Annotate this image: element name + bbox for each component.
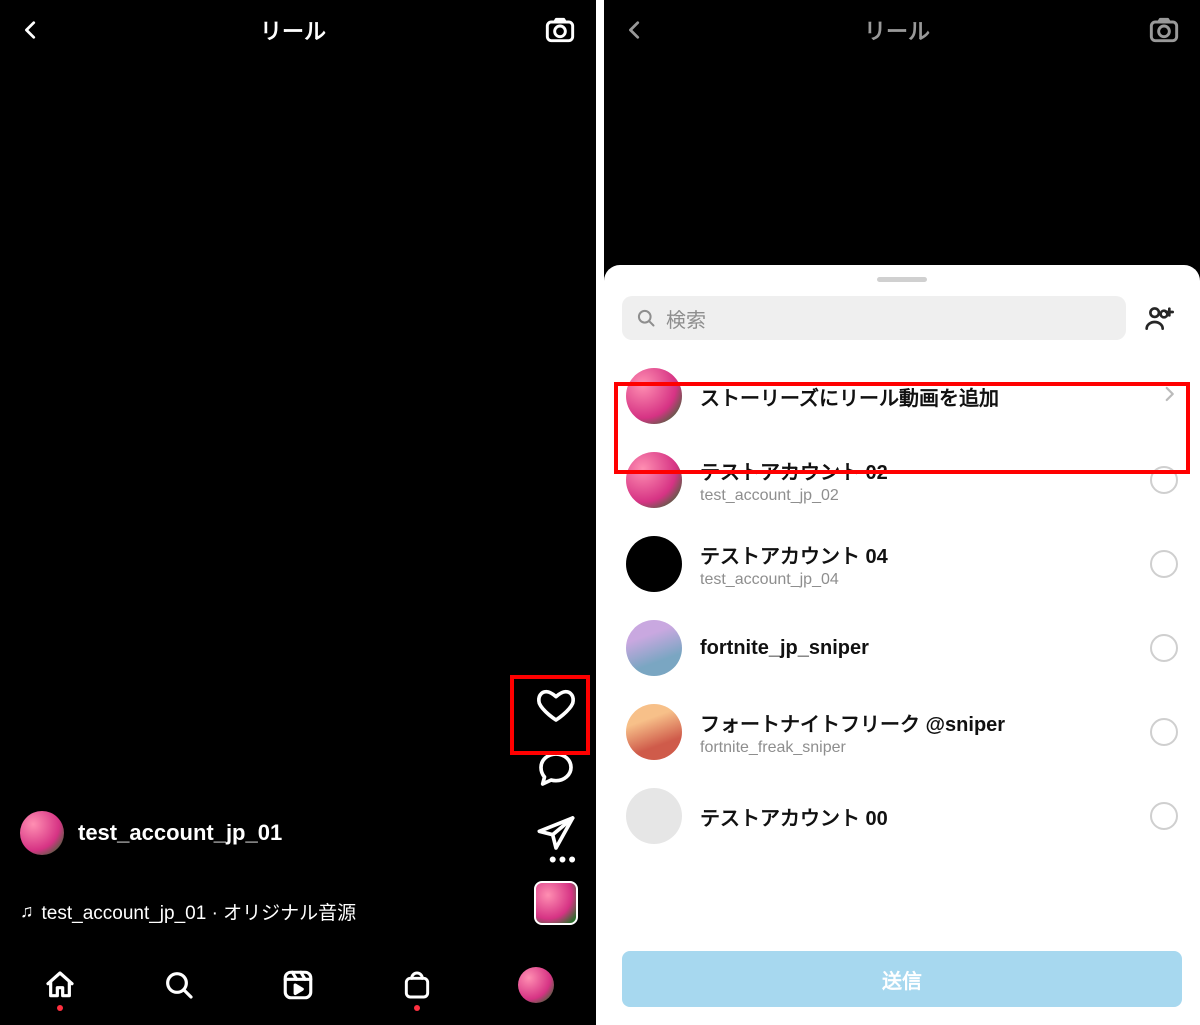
tab-search[interactable] xyxy=(159,965,199,1005)
contact-row[interactable]: テストアカウント 00 xyxy=(604,774,1200,858)
tab-bar xyxy=(0,945,596,1025)
contact-avatar xyxy=(626,536,682,592)
select-radio[interactable] xyxy=(1150,634,1178,662)
audio-thumbnail[interactable] xyxy=(534,881,578,925)
send-button[interactable]: 送信 xyxy=(622,951,1182,1007)
select-radio[interactable] xyxy=(1150,802,1178,830)
author-avatar xyxy=(20,811,64,855)
add-people-button[interactable] xyxy=(1138,296,1182,340)
share-sheet: 検索 ストーリーズにリール動画を追加 テストアカウント 02 test_acco… xyxy=(604,265,1200,1025)
tab-reels[interactable] xyxy=(278,965,318,1005)
camera-button[interactable] xyxy=(544,14,576,46)
share-sheet-screen: リール 検索 ストーリーズにリール動画を追加 xyxy=(604,0,1200,1025)
audio-row[interactable]: ♫ test_account_jp_01 · オリジナル音源 xyxy=(20,898,506,925)
contact-name: テストアカウント 00 xyxy=(700,802,1132,831)
camera-button[interactable] xyxy=(1148,14,1180,46)
contact-avatar xyxy=(626,620,682,676)
sheet-grabber[interactable] xyxy=(877,277,927,282)
highlight-add-to-story xyxy=(614,382,1190,474)
page-title: リール xyxy=(864,14,930,46)
contact-avatar xyxy=(626,704,682,760)
contact-username: test_account_jp_02 xyxy=(700,487,1132,505)
back-button[interactable] xyxy=(624,19,646,41)
contact-username: fortnite_freak_sniper xyxy=(700,739,1132,757)
back-button[interactable] xyxy=(20,19,42,41)
contact-row[interactable]: テストアカウント 04 test_account_jp_04 xyxy=(604,522,1200,606)
contact-row[interactable]: フォートナイトフリーク @sniper fortnite_freak_snipe… xyxy=(604,690,1200,774)
send-bar: 送信 xyxy=(604,933,1200,1025)
search-placeholder: 検索 xyxy=(666,304,706,333)
contact-row[interactable]: fortnite_jp_sniper xyxy=(604,606,1200,690)
select-radio[interactable] xyxy=(1150,718,1178,746)
header: リール xyxy=(604,0,1200,60)
music-note-icon: ♫ xyxy=(20,901,34,922)
reels-screen: リール ••• test_account_jp_01 ♫ test_accoun… xyxy=(0,0,596,1025)
send-label: 送信 xyxy=(882,965,922,994)
header: リール xyxy=(0,0,596,60)
highlight-share xyxy=(510,675,590,755)
author-username: test_account_jp_01 xyxy=(78,820,282,846)
contact-username: test_account_jp_04 xyxy=(700,571,1132,589)
contact-name: フォートナイトフリーク @sniper xyxy=(700,708,1132,737)
tab-profile[interactable] xyxy=(516,965,556,1005)
more-button[interactable]: ••• xyxy=(549,847,578,873)
search-row: 検索 xyxy=(604,296,1200,354)
contact-name: テストアカウント 04 xyxy=(700,540,1132,569)
profile-avatar-icon xyxy=(518,967,554,1003)
tab-home[interactable] xyxy=(40,965,80,1005)
contact-avatar xyxy=(626,788,682,844)
notification-dot-icon xyxy=(414,1005,420,1011)
page-title: リール xyxy=(260,14,326,46)
author-row[interactable]: test_account_jp_01 xyxy=(20,811,282,855)
tab-shop[interactable] xyxy=(397,965,437,1005)
search-input[interactable]: 検索 xyxy=(622,296,1126,340)
select-radio[interactable] xyxy=(1150,550,1178,578)
contact-name: fortnite_jp_sniper xyxy=(700,637,1132,660)
notification-dot-icon xyxy=(57,1005,63,1011)
search-icon xyxy=(636,308,656,328)
audio-text: test_account_jp_01 · オリジナル音源 xyxy=(42,898,357,925)
